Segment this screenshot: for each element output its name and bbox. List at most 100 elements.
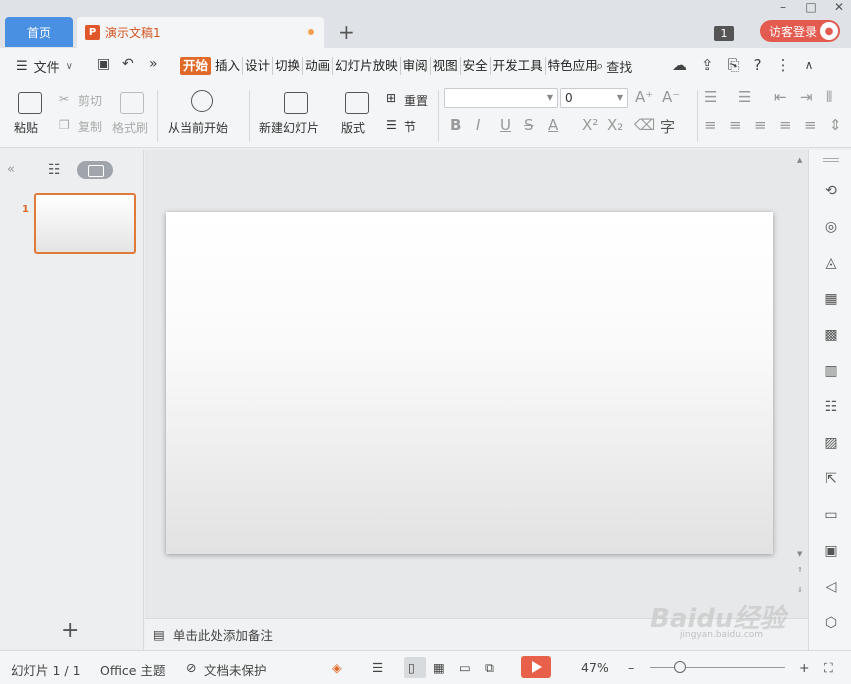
settings-sliders-icon[interactable]: ☷ [822, 398, 840, 416]
justify-icon[interactable]: ≡ [779, 116, 792, 134]
file-menu[interactable]: ☰ 文件 ∨ [16, 57, 73, 76]
outline-view-icon[interactable]: ☷ [48, 162, 61, 178]
copy-button[interactable]: 复制 [78, 118, 102, 135]
new-slide-icon[interactable] [284, 92, 308, 114]
shield-icon[interactable]: ⬡ [822, 614, 840, 632]
eraser-icon[interactable]: ⌫ [634, 116, 655, 134]
tab-slideshow[interactable]: 幻灯片放映 [333, 57, 401, 75]
layout-button[interactable]: 版式 [341, 119, 365, 136]
decrease-font-icon[interactable]: A⁻ [662, 88, 680, 106]
section-button[interactable]: 节 [404, 118, 416, 135]
numbered-list-icon[interactable]: ☰ [738, 88, 751, 106]
notes-toggle-icon[interactable]: ☰ [372, 660, 383, 675]
add-slide-button[interactable]: + [61, 618, 79, 643]
zoom-out-button[interactable]: – [628, 660, 634, 675]
zoom-in-button[interactable]: + [799, 660, 809, 675]
cloud-icon[interactable]: ☁ [672, 56, 687, 74]
slide[interactable] [166, 212, 773, 554]
line-spacing-icon[interactable]: ⇕ [829, 116, 842, 134]
archive-icon[interactable]: ▭ [822, 506, 840, 524]
cut-icon[interactable]: ✂ [59, 92, 69, 106]
audio-icon[interactable]: ◁ [822, 578, 840, 596]
phonetic-icon[interactable]: 字 [660, 116, 675, 137]
options-icon[interactable]: ⋮ [776, 56, 791, 74]
scroll-down-icon[interactable]: ▼ [797, 550, 802, 558]
reset-icon[interactable]: ⊞ [386, 91, 396, 105]
more-commands-icon[interactable]: » [149, 56, 158, 72]
window-count-badge[interactable]: 1 [714, 26, 734, 41]
share-icon[interactable]: ⇱ [822, 470, 840, 488]
tab-developer[interactable]: 开发工具 [491, 57, 546, 75]
layout-icon[interactable] [345, 92, 369, 114]
vertical-scrollbar[interactable]: ▲ ▼ ⇑ ⇓ [795, 150, 808, 618]
format-painter-button[interactable]: 格式刷 [112, 119, 148, 136]
from-current-button[interactable]: 从当前开始 [168, 119, 228, 136]
decrease-indent-icon[interactable]: ⇤ [774, 88, 787, 106]
share-icon[interactable]: ⇪ [701, 56, 714, 74]
transform-icon[interactable]: ⟲ [822, 182, 840, 200]
reading-view-icon[interactable]: ▭ [459, 660, 471, 675]
grid-icon[interactable]: ▩ [822, 326, 840, 344]
tab-review[interactable]: 审阅 [401, 57, 431, 75]
theme-name[interactable]: Office 主题 [100, 660, 165, 679]
scroll-up-icon[interactable]: ▲ [797, 156, 802, 164]
tab-security[interactable]: 安全 [461, 57, 491, 75]
cut-button[interactable]: 剪切 [78, 92, 102, 109]
align-right-icon[interactable]: ≡ [754, 116, 767, 134]
maximize-button[interactable]: □ [805, 0, 817, 14]
tab-insert[interactable]: 插入 [213, 57, 244, 75]
slide-sorter-icon[interactable]: ▦ [433, 660, 445, 675]
image-gallery-icon[interactable]: ▨ [822, 434, 840, 452]
close-button[interactable]: ✕ [833, 0, 845, 14]
minimize-button[interactable]: – [777, 0, 789, 14]
tab-features[interactable]: 特色应用 [546, 57, 600, 75]
protection-status[interactable]: 文档未保护 [204, 660, 267, 679]
chart-icon[interactable]: ▥ [822, 362, 840, 380]
tab-document[interactable]: P 演示文稿1 [77, 17, 324, 48]
bold-icon[interactable]: B [450, 116, 461, 134]
section-icon[interactable]: ☰ [386, 118, 397, 132]
fit-window-icon[interactable]: ⛶ [824, 660, 833, 676]
collapse-panel-icon[interactable]: « [7, 162, 15, 177]
paste-button[interactable]: 粘贴 [14, 119, 38, 136]
drag-handle[interactable] [823, 158, 839, 162]
presenter-view-icon[interactable]: ⧉ [485, 660, 494, 676]
export-icon[interactable]: ⎘ [728, 56, 740, 74]
bullet-list-icon[interactable]: ☰ [704, 88, 717, 106]
normal-view-icon[interactable]: ▯ [408, 660, 415, 675]
tab-design[interactable]: 设计 [243, 57, 274, 75]
font-size-select[interactable]: 0 ▼ [560, 88, 628, 108]
undo-icon[interactable]: ↶ [122, 56, 134, 72]
copy-icon[interactable]: ❐ [59, 118, 70, 132]
tab-transition[interactable]: 切换 [273, 57, 304, 75]
shapes-icon[interactable]: ◎ [822, 218, 840, 236]
thumbnail-view-toggle[interactable] [77, 161, 113, 179]
fill-icon[interactable]: ◬ [822, 254, 840, 272]
zoom-level[interactable]: 47% [581, 660, 609, 675]
picture-icon[interactable]: ▣ [822, 542, 840, 560]
tab-home[interactable]: 首页 [5, 17, 73, 47]
font-color-icon[interactable]: A [548, 116, 558, 134]
save-icon[interactable]: ▣ [97, 56, 110, 72]
underline-icon[interactable]: U [500, 116, 511, 134]
table-icon[interactable]: ▦ [822, 290, 840, 308]
new-slide-button[interactable]: 新建幻灯片 [259, 119, 319, 136]
paste-icon[interactable] [18, 92, 42, 114]
guest-login-button[interactable]: 访客登录 ● [760, 20, 840, 42]
tab-start[interactable]: 开始 [180, 57, 212, 75]
strikethrough-icon[interactable]: S [524, 116, 534, 134]
slide-thumbnail[interactable] [34, 193, 136, 254]
superscript-icon[interactable]: X² [582, 116, 598, 134]
align-center-icon[interactable]: ≡ [729, 116, 742, 134]
font-name-select[interactable]: ▼ [444, 88, 558, 108]
play-circle-icon[interactable] [191, 90, 213, 112]
italic-icon[interactable]: I [476, 116, 480, 134]
zoom-slider[interactable] [650, 667, 785, 668]
increase-font-icon[interactable]: A⁺ [635, 88, 653, 106]
search-button[interactable]: ⌕ 查找 [596, 57, 632, 76]
collapse-ribbon-icon[interactable]: ∧ [805, 58, 814, 72]
help-icon[interactable]: ? [754, 56, 762, 74]
subscript-icon[interactable]: X₂ [607, 116, 623, 134]
distribute-icon[interactable]: ≡ [804, 116, 817, 134]
reset-button[interactable]: 重置 [404, 92, 428, 109]
